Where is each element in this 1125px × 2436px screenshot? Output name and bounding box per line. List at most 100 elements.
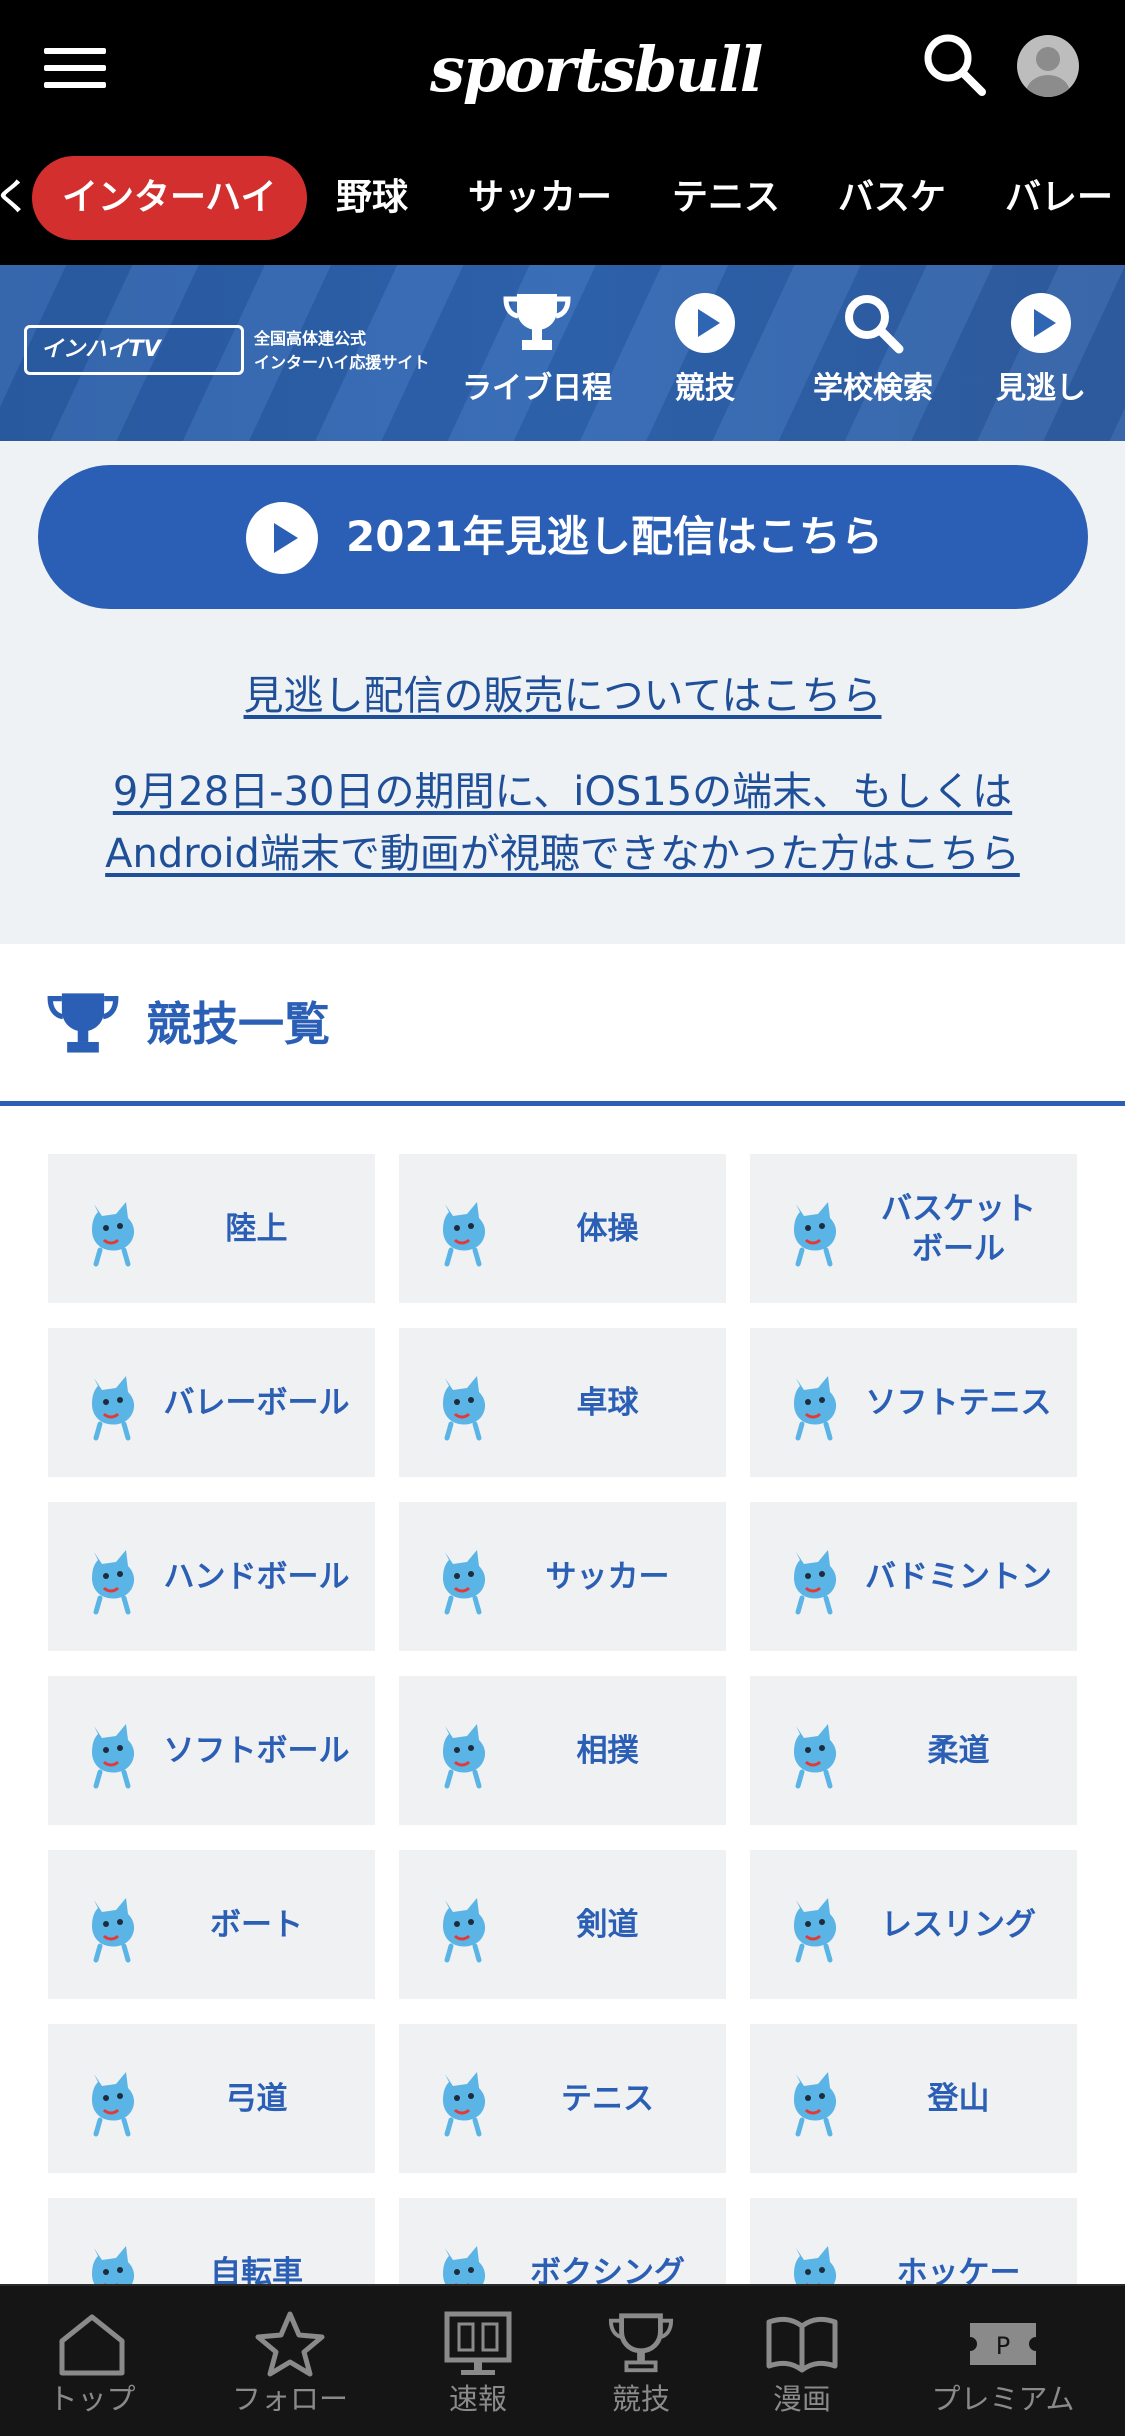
home-icon (12, 2308, 172, 2380)
sport-tabs: く インターハイ 野球 サッカー テニス バスケ バレー (0, 150, 1125, 250)
sport-card-label: ソフトボール (163, 1732, 350, 1769)
sport-card[interactable]: バスケット ボール (750, 1154, 1077, 1303)
mascot-icon (78, 1370, 148, 1442)
sport-card[interactable]: 体操 (399, 1154, 726, 1303)
star-icon (210, 2308, 370, 2380)
mascot-icon (429, 2066, 499, 2138)
book-icon (722, 2308, 882, 2380)
mascot-icon (78, 1892, 148, 1964)
tab-interhigh[interactable]: インターハイ (32, 156, 307, 240)
mascot-icon (780, 2240, 850, 2284)
mascot-icon (78, 1718, 148, 1790)
mascot-icon (780, 1718, 850, 1790)
tab-baseball[interactable]: 野球 (336, 156, 408, 240)
sport-card-label: 剣道 (576, 1906, 639, 1943)
sport-card[interactable]: サッカー (399, 1502, 726, 1651)
sport-card[interactable]: 陸上 (48, 1154, 375, 1303)
sport-card-label: ハンドボール (163, 1558, 350, 1595)
tab-soccer[interactable]: サッカー (468, 156, 612, 240)
mascot-icon (429, 1370, 499, 1442)
play-icon (620, 283, 790, 363)
bottom-nav-top[interactable]: トップ (12, 2308, 172, 2428)
sport-card[interactable]: ハンドボール (48, 1502, 375, 1651)
sport-card-label: ホッケー (896, 2254, 1021, 2285)
sport-card[interactable]: レスリング (750, 1850, 1077, 1999)
sport-card[interactable]: 登山 (750, 2024, 1077, 2173)
interhigh-tv-logo[interactable]: インハイTV (24, 325, 244, 375)
bottom-nav-premium[interactable]: P プレミアム (923, 2308, 1083, 2428)
replay-info-section: 2021年見逃し配信はこちら 見逃し配信の販売についてはこちら 9月28日-30… (0, 441, 1125, 944)
sport-card[interactable]: 剣道 (399, 1850, 726, 1999)
sport-card-label: サッカー (545, 1558, 670, 1595)
sport-card[interactable]: 柔道 (750, 1676, 1077, 1825)
sport-card[interactable]: 相撲 (399, 1676, 726, 1825)
sport-card-label: バスケット ボール (881, 1190, 1036, 1267)
sports-list-header: 競技一覧 (0, 944, 1125, 1106)
sport-card-label: 陸上 (225, 1210, 288, 1247)
mascot-icon (780, 1370, 850, 1442)
mascot-icon (429, 1892, 499, 1964)
interhigh-nav-bar: インハイTV 全国高体連公式 インターハイ応援サイト ライブ日程 競技 学校検索… (0, 265, 1125, 441)
sport-card-label: テニス (561, 2080, 654, 2117)
mascot-icon (780, 1196, 850, 1268)
sport-card[interactable]: 自転車 (48, 2198, 375, 2284)
mascot-icon (429, 2240, 499, 2284)
ih-nav-sports[interactable]: 競技 (620, 283, 790, 423)
tab-tennis[interactable]: テニス (672, 156, 780, 240)
replay-sales-link[interactable]: 見逃し配信の販売についてはこちら (0, 663, 1125, 721)
sport-card-label: 登山 (927, 2080, 990, 2117)
mascot-icon (78, 2066, 148, 2138)
bottom-nav-follow[interactable]: フォロー (210, 2308, 370, 2428)
mascot-icon (78, 2240, 148, 2284)
sport-card-label: 卓球 (576, 1384, 639, 1421)
bottom-nav: トップ フォロー 速報 競技 漫画 P プレミアム (0, 2284, 1125, 2436)
ios-issue-link-line2[interactable]: Android端末で動画が視聴できなかった方はこちら (0, 821, 1125, 879)
mascot-icon (78, 1196, 148, 1268)
bottom-nav-sports[interactable]: 競技 (561, 2308, 721, 2428)
sport-card[interactable]: テニス (399, 2024, 726, 2173)
sports-list-title: 競技一覧 (146, 997, 330, 1051)
search-icon[interactable] (920, 30, 990, 100)
search-icon (788, 283, 958, 363)
trophy-icon (46, 989, 120, 1059)
ih-nav-missed[interactable]: 見逃し (956, 283, 1125, 423)
tab-volleyball[interactable]: バレー (1005, 156, 1113, 240)
mascot-icon (429, 1544, 499, 1616)
sport-card[interactable]: バレーボール (48, 1328, 375, 1477)
sport-card-label: バドミントン (865, 1558, 1052, 1595)
sport-card-label: ボクシング (530, 2254, 685, 2285)
app-header: sportsbull く インターハイ 野球 サッカー テニス バスケ バレー (0, 0, 1125, 265)
trophy-icon (452, 283, 622, 363)
sport-card[interactable]: ボクシング (399, 2198, 726, 2284)
mascot-icon (429, 1196, 499, 1268)
sport-card-label: バレーボール (163, 1384, 350, 1421)
sport-card[interactable]: 弓道 (48, 2024, 375, 2173)
sport-card-label: 自転車 (210, 2254, 303, 2285)
app-logo[interactable]: sportsbull (430, 20, 763, 120)
sport-card[interactable]: ホッケー (750, 2198, 1077, 2284)
replay-2021-button[interactable]: 2021年見逃し配信はこちら (38, 465, 1088, 609)
sport-card[interactable]: ボート (48, 1850, 375, 1999)
scoreboard-icon (398, 2308, 558, 2380)
avatar[interactable] (1017, 35, 1079, 97)
svg-text:P: P (996, 2332, 1010, 2360)
ih-nav-school-search[interactable]: 学校検索 (788, 283, 958, 423)
bottom-nav-manga[interactable]: 漫画 (722, 2308, 882, 2428)
sport-card[interactable]: 卓球 (399, 1328, 726, 1477)
tab-basketball[interactable]: バスケ (838, 156, 946, 240)
play-icon (956, 283, 1125, 363)
mascot-icon (429, 1718, 499, 1790)
mascot-icon (78, 1544, 148, 1616)
ios-issue-link-line1[interactable]: 9月28日-30日の期間に、iOS15の端末、もしくは (0, 759, 1125, 817)
bottom-nav-breaking[interactable]: 速報 (398, 2308, 558, 2428)
mascot-icon (780, 1544, 850, 1616)
sport-card[interactable]: バドミントン (750, 1502, 1077, 1651)
play-icon (246, 502, 318, 574)
sport-card[interactable]: ソフトボール (48, 1676, 375, 1825)
sport-card[interactable]: ソフトテニス (750, 1328, 1077, 1477)
sport-card-label: 柔道 (927, 1732, 990, 1769)
trophy-icon (561, 2308, 721, 2380)
ih-nav-live-schedule[interactable]: ライブ日程 (452, 283, 622, 423)
tab-prev-partial[interactable]: く (0, 156, 30, 240)
menu-icon[interactable] (44, 48, 106, 88)
